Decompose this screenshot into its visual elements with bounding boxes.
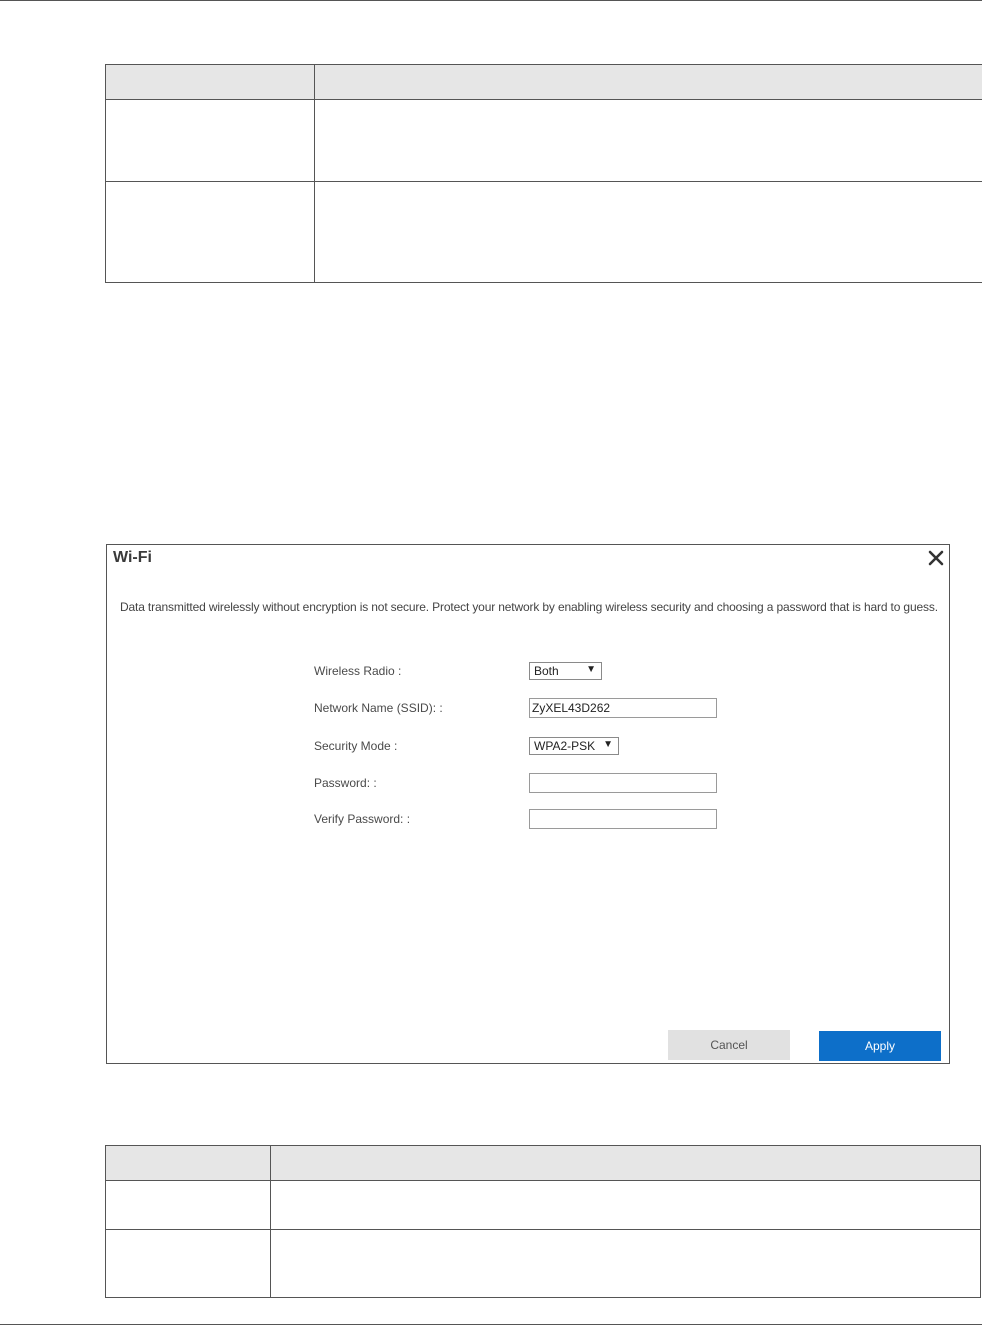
security-notice: Data transmitted wirelessly without encr…: [120, 600, 938, 614]
table-header-cell: [105, 64, 315, 100]
table-cell: [270, 1180, 981, 1230]
table-row: [105, 99, 982, 182]
wifi-dialog: Wi-Fi Data transmitted wirelessly withou…: [106, 544, 950, 1064]
dialog-title: Wi-Fi: [113, 549, 152, 566]
table-header-row: [105, 64, 982, 100]
password-input[interactable]: [529, 773, 717, 793]
cancel-button[interactable]: Cancel: [668, 1030, 790, 1060]
table-row: [105, 1180, 981, 1230]
wireless-radio-value: Both: [534, 664, 559, 678]
table-header-cell: [314, 64, 982, 100]
table-cell: [314, 99, 982, 182]
description-table-bottom: [105, 1145, 981, 1298]
table-header-cell: [105, 1145, 271, 1181]
apply-button[interactable]: Apply: [819, 1031, 941, 1061]
table-cell: [105, 99, 315, 182]
verify-password-label: Verify Password: :: [314, 812, 411, 826]
table-row: [105, 181, 982, 283]
table-header-row: [105, 1145, 981, 1181]
close-icon[interactable]: [927, 549, 945, 567]
ssid-input[interactable]: [529, 698, 717, 718]
security-mode-value: WPA2-PSK: [534, 739, 596, 753]
verify-password-input[interactable]: [529, 809, 717, 829]
table-cell: [105, 181, 315, 283]
table-row: [105, 1229, 981, 1298]
password-label: Password: :: [314, 776, 377, 790]
table-cell: [314, 181, 982, 283]
security-mode-label: Security Mode :: [314, 739, 398, 753]
wireless-radio-label: Wireless Radio :: [314, 664, 402, 678]
wireless-radio-select[interactable]: Both ▼: [529, 662, 602, 680]
chevron-down-icon: ▼: [603, 739, 613, 750]
chevron-down-icon: ▼: [586, 664, 596, 675]
table-cell: [270, 1229, 981, 1298]
ssid-label: Network Name (SSID): :: [314, 701, 443, 715]
table-cell: [105, 1180, 271, 1230]
security-mode-select[interactable]: WPA2-PSK ▼: [529, 737, 619, 755]
page-top-rule: [0, 0, 982, 1]
table-header-cell: [270, 1145, 981, 1181]
table-cell: [105, 1229, 271, 1298]
description-table-top: [105, 64, 982, 283]
